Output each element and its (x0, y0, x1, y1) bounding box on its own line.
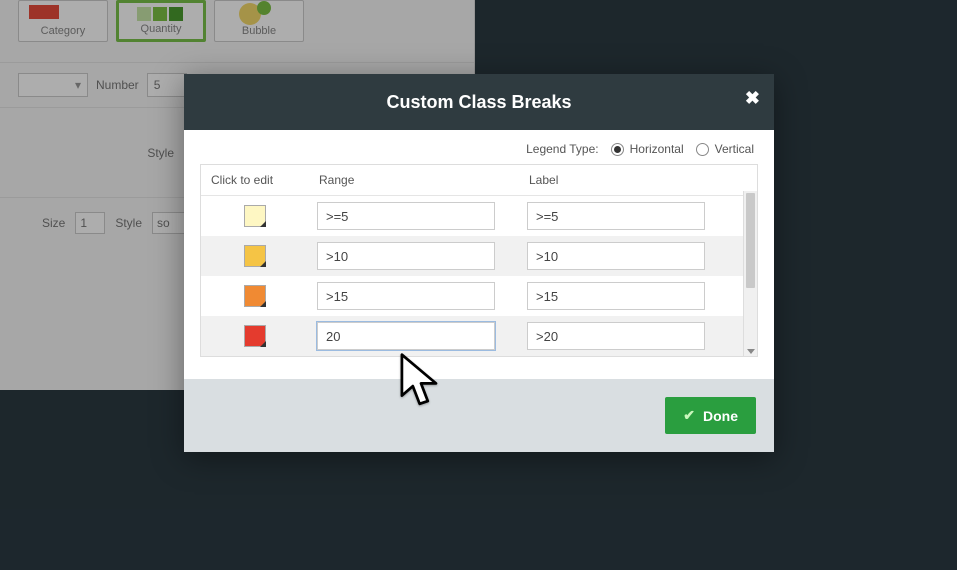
range-input[interactable] (317, 282, 495, 310)
table-row (201, 236, 757, 276)
color-swatch[interactable] (244, 205, 266, 227)
range-input[interactable] (317, 322, 495, 350)
label-input[interactable] (527, 202, 705, 230)
modal-header: Custom Class Breaks ✖ (184, 74, 774, 130)
check-icon: ✔ (683, 407, 695, 424)
legend-vertical-radio[interactable]: Vertical (696, 142, 754, 156)
custom-class-breaks-modal: Custom Class Breaks ✖ Legend Type: Horiz… (184, 74, 774, 452)
col-click: Click to edit (201, 165, 309, 195)
color-swatch[interactable] (244, 245, 266, 267)
done-label: Done (703, 408, 738, 424)
range-input[interactable] (317, 242, 495, 270)
range-input[interactable] (317, 202, 495, 230)
scroll-down-icon (747, 349, 755, 354)
scrollbar-thumb[interactable] (746, 193, 755, 288)
label-input[interactable] (527, 322, 705, 350)
radio-label: Horizontal (630, 142, 684, 156)
table-row (201, 316, 757, 356)
legend-type-row: Legend Type: Horizontal Vertical (184, 130, 774, 164)
color-swatch[interactable] (244, 285, 266, 307)
done-button[interactable]: ✔ Done (665, 397, 756, 434)
radio-icon (696, 143, 709, 156)
table-header: Click to edit Range Label (201, 165, 757, 196)
radio-icon (611, 143, 624, 156)
modal-title: Custom Class Breaks (386, 92, 571, 113)
label-input[interactable] (527, 242, 705, 270)
table-row (201, 276, 757, 316)
table-scrollbar[interactable] (743, 191, 757, 356)
radio-label: Vertical (715, 142, 754, 156)
legend-horizontal-radio[interactable]: Horizontal (611, 142, 684, 156)
color-swatch[interactable] (244, 325, 266, 347)
col-label: Label (519, 165, 729, 195)
label-input[interactable] (527, 282, 705, 310)
table-row (201, 196, 757, 236)
legend-type-label: Legend Type: (526, 142, 599, 156)
col-range: Range (309, 165, 519, 195)
close-icon[interactable]: ✖ (745, 88, 760, 109)
class-breaks-table: Click to edit Range Label (200, 164, 758, 357)
modal-footer: ✔ Done (184, 379, 774, 452)
